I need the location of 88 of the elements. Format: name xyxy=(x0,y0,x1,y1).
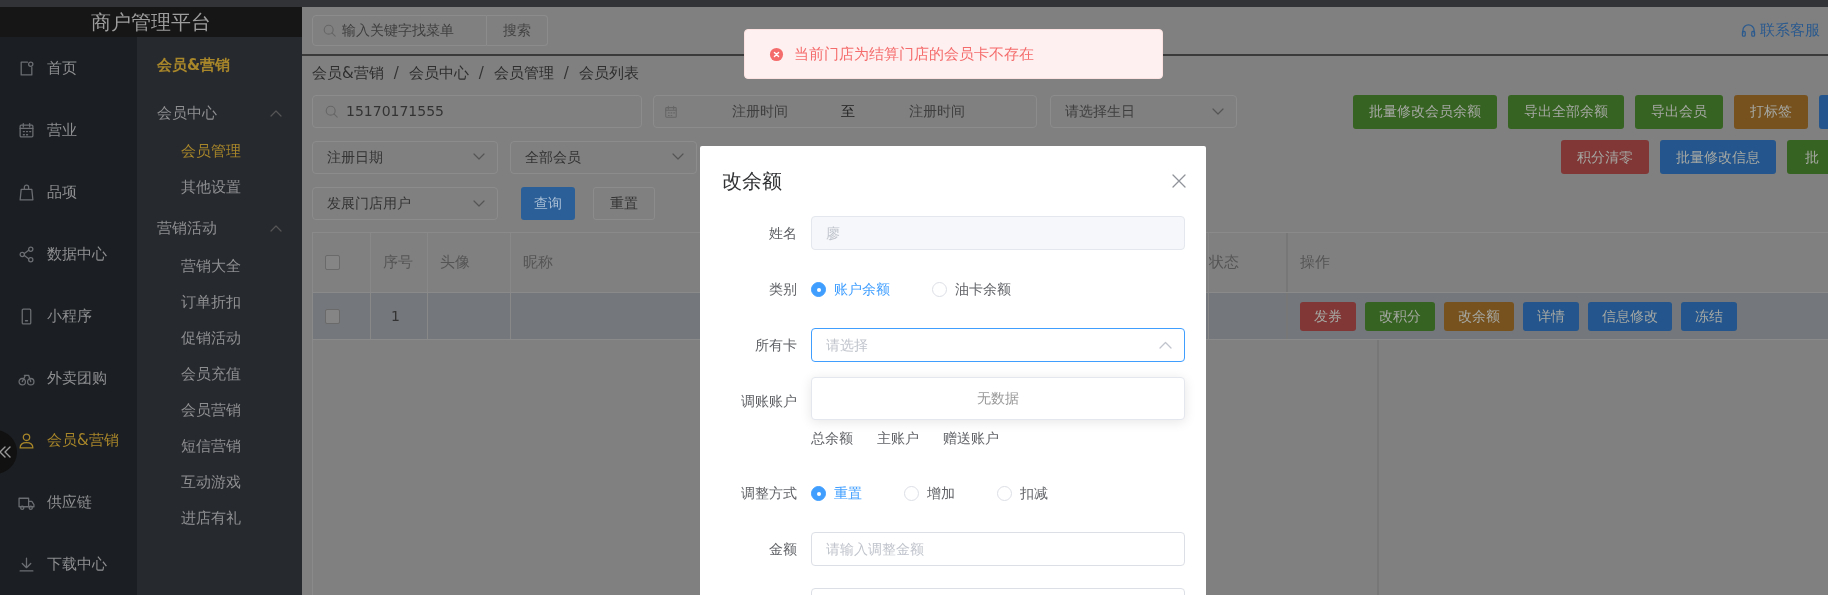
menu-item[interactable]: 进店有礼 xyxy=(137,500,302,536)
menu-item[interactable]: 会员营销 xyxy=(137,392,302,428)
headset-icon xyxy=(1741,23,1756,38)
breadcrumb-item: 会员列表 xyxy=(578,62,639,84)
dialog-title: 改余额 xyxy=(722,168,782,195)
date-range-field[interactable]: 注册时间 至 注册时间 xyxy=(653,95,1037,128)
query-button[interactable]: 查询 xyxy=(521,187,575,220)
menu-item[interactable]: 会员管理 xyxy=(137,133,302,169)
action-button[interactable]: 发券 xyxy=(1300,301,1356,331)
action-button[interactable]: 改积分 xyxy=(1365,301,1435,331)
menu-item[interactable]: 订单折扣 xyxy=(137,284,302,320)
toolbar-button[interactable]: 批 xyxy=(1787,140,1828,174)
action-button[interactable]: 冻结 xyxy=(1681,301,1737,331)
breadcrumb-item[interactable]: 会员&营销 xyxy=(312,61,384,85)
menu-group[interactable]: 会员中心 xyxy=(157,101,217,125)
toolbar-button[interactable]: 批量修改信息 xyxy=(1660,140,1776,174)
select-field[interactable]: 请选择生日 xyxy=(1050,95,1237,128)
menu-item[interactable]: 其他设置 xyxy=(137,169,302,205)
breadcrumb-item[interactable]: 会员管理 xyxy=(493,61,554,85)
field-label: 所有卡 xyxy=(754,336,797,355)
checkbox[interactable] xyxy=(325,308,340,324)
action-button[interactable]: 改余额 xyxy=(1444,301,1514,331)
double-chevron-icon xyxy=(0,445,11,459)
support-link[interactable]: 联系客服 xyxy=(1760,19,1820,42)
user-icon xyxy=(18,431,35,449)
account-tab[interactable]: 总余额 xyxy=(811,426,853,450)
nav-item[interactable]: 首页 xyxy=(18,56,77,80)
nav-item[interactable]: 会员&营销 xyxy=(18,428,119,452)
calendar-icon xyxy=(18,121,35,139)
chevron-down-icon xyxy=(473,199,485,208)
nav-item[interactable]: 营业 xyxy=(18,118,77,142)
calendar-icon xyxy=(664,104,678,119)
select-field[interactable]: 发展门店用户 xyxy=(312,187,498,220)
menu-item[interactable]: 营销大全 xyxy=(137,248,302,284)
nav-item[interactable]: 外卖团购 xyxy=(18,366,107,390)
message-text: 当前门店为结算门店的会员卡不存在 xyxy=(794,43,1034,65)
field-label: 调账账户 xyxy=(740,392,797,411)
nav-item[interactable]: 小程序 xyxy=(18,304,92,328)
reset-button[interactable]: 重置 xyxy=(593,187,655,220)
search-field[interactable]: 输入关键字找菜单 xyxy=(312,15,487,46)
account-tab[interactable]: 主账户 xyxy=(877,426,919,450)
breadcrumb-separator: / xyxy=(393,62,399,84)
nav-item[interactable]: 下载中心 xyxy=(18,552,107,576)
menu-item[interactable]: 短信营销 xyxy=(137,428,302,464)
action-button[interactable]: 详情 xyxy=(1523,301,1579,331)
search-field[interactable]: 15170171555 xyxy=(312,95,642,128)
chevron-down-icon xyxy=(672,153,684,161)
chevron-up-icon xyxy=(1159,341,1172,349)
account-tab[interactable]: 赠送账户 xyxy=(943,426,999,450)
nav-item[interactable]: 数据中心 xyxy=(18,242,107,266)
toolbar-button[interactable]: 批量修改会员余额 xyxy=(1353,94,1497,129)
select-field[interactable]: 注册日期 xyxy=(312,140,498,174)
sidebar-heading: 会员&营销 xyxy=(156,54,232,76)
dropdown-menu: 无数据 xyxy=(811,377,1185,420)
share-icon xyxy=(18,245,35,263)
action-button[interactable]: 信息修改 xyxy=(1588,301,1672,331)
table-cell-text: 1 xyxy=(391,306,400,326)
bag-icon xyxy=(18,183,35,201)
toolbar-button[interactable]: 打标签 xyxy=(1734,94,1808,129)
chevron-down-icon xyxy=(1212,107,1224,116)
chevron-down-icon xyxy=(473,153,485,161)
close-icon[interactable] xyxy=(1172,174,1186,188)
checkbox[interactable] xyxy=(325,255,340,270)
menu-item[interactable]: 互动游戏 xyxy=(137,464,302,500)
menu-item[interactable]: 促销活动 xyxy=(137,320,302,356)
toolbar-button[interactable]: 积分清零 xyxy=(1561,140,1649,174)
toolbar-button[interactable]: 导出会员 xyxy=(1635,94,1723,129)
radio-option[interactable]: 增加 xyxy=(904,482,955,504)
home-icon xyxy=(18,59,35,77)
search-button[interactable]: 搜索 xyxy=(487,15,548,46)
field-label: 金额 xyxy=(768,540,797,559)
search-icon xyxy=(325,105,338,118)
menu-group[interactable]: 营销活动 xyxy=(157,216,217,240)
toolbar-button[interactable]: 导出全部余额 xyxy=(1508,94,1624,129)
breadcrumb-separator: / xyxy=(563,62,569,84)
app-title: 商户管理平台 xyxy=(0,7,302,37)
select-field[interactable]: 全部会员 xyxy=(510,140,697,174)
search-icon xyxy=(323,24,336,37)
error-icon xyxy=(769,46,784,62)
radio-option[interactable]: 重置 xyxy=(811,482,862,504)
breadcrumb-separator: / xyxy=(478,62,484,84)
menu-item[interactable]: 会员充值 xyxy=(137,356,302,392)
breadcrumb-item[interactable]: 会员中心 xyxy=(408,61,469,85)
radio-option[interactable]: 扣减 xyxy=(997,482,1048,504)
nav-item[interactable]: 品项 xyxy=(18,180,77,204)
field-label: 调整方式 xyxy=(740,484,797,503)
download-icon xyxy=(18,555,35,573)
nav-item[interactable]: 供应链 xyxy=(18,490,92,514)
